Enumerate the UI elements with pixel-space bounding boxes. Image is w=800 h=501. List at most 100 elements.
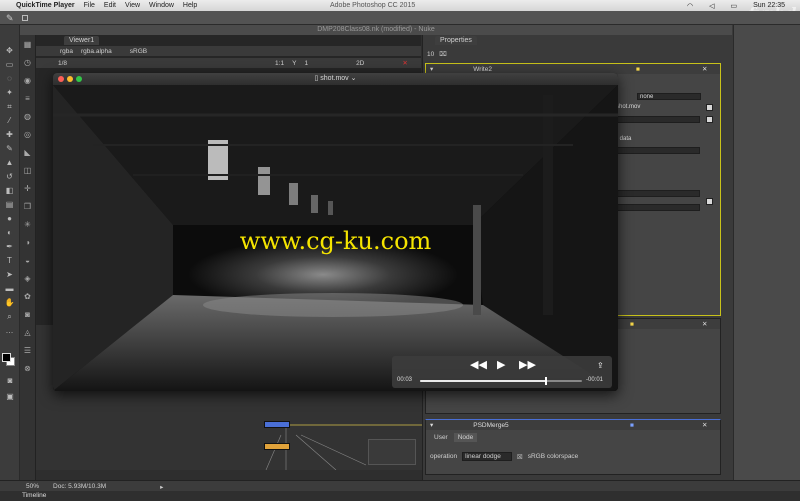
close-window-icon[interactable] <box>58 76 64 82</box>
tab-viewer1[interactable]: Viewer1 <box>64 36 100 45</box>
tab-properties[interactable]: Properties <box>435 36 477 45</box>
properties-count[interactable]: 10 <box>427 51 434 58</box>
brush-tool-icon[interactable]: ✎ <box>6 13 14 24</box>
share-icon[interactable]: ⇪ <box>597 360 604 371</box>
playhead[interactable] <box>545 377 548 385</box>
color-nodes-icon[interactable]: ◍ <box>22 111 34 123</box>
tool-preset-icon[interactable] <box>22 15 28 21</box>
keyer-nodes-icon[interactable]: ◣ <box>22 147 34 159</box>
misc-nodes-icon[interactable]: ⊗ <box>22 363 34 375</box>
path-select-tool-icon[interactable]: ➤ <box>3 269 17 280</box>
brush-tool-icon[interactable]: ✎ <box>3 143 17 154</box>
alpha-channel-select[interactable]: rgba.alpha <box>81 48 112 55</box>
node-color-icon[interactable]: ■ <box>636 66 640 73</box>
operation-select[interactable]: linear dodge <box>462 452 512 461</box>
option-field-1[interactable] <box>614 190 700 197</box>
transform-nodes-icon[interactable]: ✛ <box>22 183 34 195</box>
metadata-select[interactable] <box>614 147 700 154</box>
colorspace-select[interactable]: sRGB <box>130 48 147 55</box>
zoom-tool-icon[interactable]: ⌕ <box>3 311 17 322</box>
deep-nodes-icon[interactable]: ◑ <box>22 237 34 249</box>
scrub-bar[interactable] <box>420 377 582 385</box>
menu-view[interactable]: View <box>125 2 140 9</box>
type-tool-icon[interactable]: T <box>3 255 17 266</box>
close-panel-icon[interactable]: ✕ <box>702 421 707 429</box>
shape-tool-icon[interactable]: ▬ <box>3 283 17 294</box>
lasso-tool-icon[interactable]: ◌ <box>3 73 17 84</box>
close-panel-icon[interactable]: ✕ <box>702 320 707 328</box>
quick-mask-icon[interactable]: ◙ <box>3 375 17 386</box>
menu-edit[interactable]: Edit <box>104 2 116 9</box>
channels-select[interactable]: rgba <box>60 48 73 55</box>
hand-tool-icon[interactable]: ✋ <box>3 297 17 308</box>
stamp-tool-icon[interactable]: ▲ <box>3 157 17 168</box>
image-nodes-icon[interactable]: ▦ <box>22 39 34 51</box>
zoom-window-icon[interactable] <box>76 76 82 82</box>
write-node[interactable] <box>264 443 290 450</box>
menu-file[interactable]: File <box>84 2 95 9</box>
option-field-2[interactable] <box>614 204 700 211</box>
furnace-nodes-icon[interactable]: ◬ <box>22 327 34 339</box>
filter-nodes-icon[interactable]: ◎ <box>22 129 34 141</box>
file-path-field[interactable]: shot.mov <box>614 104 700 111</box>
menu-app-name[interactable]: QuickTime Player <box>16 2 75 9</box>
rewind-icon[interactable]: ◀◀ <box>470 360 487 371</box>
node-color-icon[interactable]: ■ <box>630 422 634 429</box>
play-icon[interactable]: ▶ <box>497 360 505 371</box>
other-nodes-icon[interactable]: ◙ <box>22 309 34 321</box>
menu-window[interactable]: Window <box>149 2 174 9</box>
battery-icon[interactable]: ▭ <box>730 2 737 10</box>
more-tools-icon[interactable]: … <box>3 325 17 336</box>
file-browse-icon[interactable] <box>706 104 713 111</box>
minimize-window-icon[interactable] <box>67 76 73 82</box>
srgb-colorspace-checkbox[interactable]: ☒ <box>517 453 523 461</box>
eraser-tool-icon[interactable]: ◧ <box>3 185 17 196</box>
history-brush-icon[interactable]: ↺ <box>3 171 17 182</box>
views-nodes-icon[interactable]: ◒ <box>22 255 34 267</box>
node-color-icon[interactable]: ■ <box>630 321 634 328</box>
properties-lock-icon[interactable]: ⌧ <box>439 50 447 58</box>
metadata-nodes-icon[interactable]: ◈ <box>22 273 34 285</box>
zoom-level[interactable]: 1:1 <box>275 60 284 67</box>
time-nodes-icon[interactable]: ◉ <box>22 75 34 87</box>
collapse-icon[interactable]: ▾ <box>430 65 433 73</box>
psdmerge-node[interactable] <box>264 421 290 428</box>
pen-tool-icon[interactable]: ✒ <box>3 241 17 252</box>
eyedropper-tool-icon[interactable]: ⁄ <box>3 115 17 126</box>
zoom-level-readout[interactable]: 50% <box>26 483 39 490</box>
move-tool-icon[interactable]: ✥ <box>3 45 17 56</box>
particles-nodes-icon[interactable]: ✳ <box>22 219 34 231</box>
crop-tool-icon[interactable]: ⌗ <box>3 101 17 112</box>
marquee-tool-icon[interactable]: ▭ <box>3 59 17 70</box>
dodge-tool-icon[interactable]: ◐ <box>3 227 17 238</box>
close-panel-icon[interactable]: ✕ <box>702 65 707 73</box>
menu-help[interactable]: Help <box>183 2 197 9</box>
status-arrow-icon[interactable]: ▸ <box>160 483 163 491</box>
ocula-nodes-icon[interactable]: ☰ <box>22 345 34 357</box>
volume-icon[interactable]: ◁ <box>709 2 714 10</box>
fast-forward-icon[interactable]: ▶▶ <box>519 360 536 371</box>
tab-node[interactable]: Node <box>453 433 478 442</box>
proxy-file-field[interactable] <box>614 116 700 123</box>
wifi-icon[interactable]: ◠ <box>687 2 693 10</box>
toolsets-icon[interactable]: ✿ <box>22 291 34 303</box>
draw-nodes-icon[interactable]: ◷ <box>22 57 34 69</box>
premult-select[interactable]: none <box>637 93 701 100</box>
merge-nodes-icon[interactable]: ◫ <box>22 165 34 177</box>
stop-icon[interactable]: ✕ <box>402 59 407 67</box>
gradient-tool-icon[interactable]: ▤ <box>3 199 17 210</box>
title-chevron-icon[interactable]: ⌄ <box>349 75 357 82</box>
backdrop-node[interactable] <box>368 439 416 465</box>
frame-ratio[interactable]: 1/8 <box>58 60 67 67</box>
collapse-icon[interactable]: ▾ <box>430 421 433 429</box>
view-mode[interactable]: 2D <box>356 60 364 67</box>
3d-nodes-icon[interactable]: ❒ <box>22 201 34 213</box>
blur-tool-icon[interactable]: ● <box>3 213 17 224</box>
quick-select-tool-icon[interactable]: ✦ <box>3 87 17 98</box>
tab-user[interactable]: User <box>430 433 452 442</box>
healing-tool-icon[interactable]: ✚ <box>3 129 17 140</box>
channel-nodes-icon[interactable]: ≡ <box>22 93 34 105</box>
y-value[interactable]: 1 <box>304 60 308 67</box>
option-browse-icon[interactable] <box>706 198 713 205</box>
foreground-color-swatch[interactable] <box>2 353 11 362</box>
